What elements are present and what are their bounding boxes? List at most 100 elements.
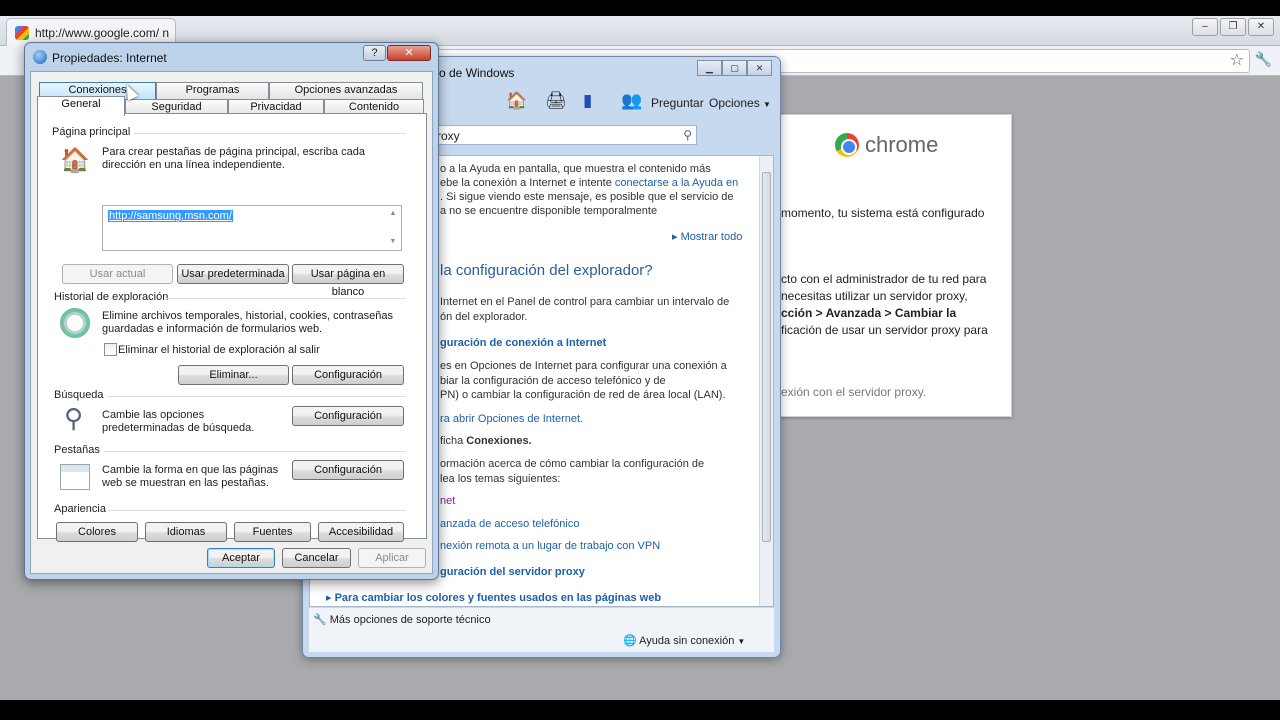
help-text: ón del explorador. — [440, 311, 528, 323]
history-settings-button[interactable]: Configuración — [292, 365, 404, 385]
ask-button[interactable]: Preguntar — [651, 96, 704, 110]
offline-help-label: Ayuda sin conexión — [639, 635, 735, 647]
search-section-title: Búsqueda — [54, 389, 104, 401]
search-settings-button[interactable]: Configuración — [292, 406, 404, 426]
print-icon[interactable]: 🖨 — [545, 91, 567, 111]
tabs-window-icon — [60, 464, 90, 490]
chrome-logo-text: chrome — [865, 131, 939, 157]
help-text: a no se encuentre disponible temporalmen… — [440, 205, 658, 217]
card-line: necesitas utilizar un servidor proxy, — [781, 289, 968, 303]
offline-help-button[interactable]: 🌐 Ayuda sin conexión ▼ — [623, 634, 745, 647]
colors-fonts-section-link[interactable]: ▸ Para cambiar los colores y fuentes usa… — [326, 591, 661, 605]
use-default-button[interactable]: Usar predeterminada — [177, 264, 289, 284]
chevron-down-icon: ▼ — [763, 100, 771, 109]
languages-button[interactable]: Idiomas — [145, 522, 227, 542]
minimize-icon[interactable]: – — [1192, 18, 1218, 36]
help-text: ficha Conexiones. — [440, 434, 532, 448]
section-divider — [104, 451, 406, 452]
use-blank-button[interactable]: Usar página en blanco — [292, 264, 404, 298]
chevron-down-icon: ▼ — [737, 637, 746, 646]
options-label: Opciones — [709, 96, 760, 110]
tabs-settings-button[interactable]: Configuración — [292, 460, 404, 480]
card-line: cción > Avanzada > Cambiar la — [781, 306, 957, 320]
chrome-logo-icon — [835, 133, 859, 157]
chrome-tab-title: http://www.google.com/ n — [35, 25, 170, 40]
options-button[interactable]: Opciones ▼ — [709, 96, 771, 110]
show-all-link[interactable]: ▸ Mostrar todo — [672, 230, 742, 244]
help-text-bold: Conexiones. — [466, 435, 532, 447]
card-line: momento, tu sistema está configurado — [781, 206, 985, 220]
history-clock-icon — [60, 308, 90, 338]
chrome-window-controls: – ❐ ✕ — [1192, 18, 1274, 36]
section-divider — [134, 133, 406, 134]
use-current-button[interactable]: Usar actual — [62, 264, 173, 284]
browse-help-icon[interactable]: ▮ — [583, 91, 592, 111]
delete-history-on-exit-checkbox[interactable] — [104, 343, 117, 356]
dialog-title: Propiedades: Internet — [52, 51, 167, 65]
maximize-icon[interactable]: ▢ — [722, 60, 747, 76]
close-icon[interactable]: ✕ — [1248, 18, 1274, 36]
internet-properties-dialog: Propiedades: Internet ? ✕ Conexiones Pro… — [24, 42, 439, 580]
help-scrollbar[interactable] — [759, 156, 773, 606]
search-description: Cambie las opciones predeterminadas de b… — [102, 409, 255, 434]
home-page-description: Para crear pestañas de página principal,… — [102, 146, 365, 171]
close-button[interactable]: ✕ — [387, 45, 431, 61]
tab-opciones-avanzadas[interactable]: Opciones avanzadas — [269, 82, 423, 99]
ask-people-icon[interactable]: 👥 — [621, 91, 642, 111]
help-heading: la configuración del explorador? — [440, 262, 653, 279]
proxy-section-link[interactable]: guración del servidor proxy — [440, 565, 585, 579]
help-text: ebe la conexión a Internet e intente con… — [440, 176, 738, 190]
open-internet-options-link[interactable]: ra abrir Opciones de Internet. — [440, 412, 583, 426]
internet-link[interactable]: net — [440, 494, 455, 508]
search-icon[interactable]: ⚲ — [683, 128, 692, 142]
wrench-menu-icon[interactable]: 🔧 — [1255, 51, 1272, 68]
home-icon: 🏠 — [60, 147, 90, 174]
colors-fonts-label: Para cambiar los colores y fuentes usado… — [334, 592, 662, 604]
home-page-url-field[interactable]: http://samsung.msn.com/ ▲ ▼ — [102, 205, 402, 251]
tab-programas[interactable]: Programas — [156, 82, 269, 99]
accessibility-button[interactable]: Accesibilidad — [318, 522, 404, 542]
colors-button[interactable]: Colores — [56, 522, 138, 542]
more-support-link[interactable]: 🔧 Más opciones de soporte técnico — [313, 613, 491, 626]
cancel-button[interactable]: Cancelar — [282, 548, 351, 568]
history-description: Elimine archivos temporales, historial, … — [102, 310, 394, 335]
card-line: exión con el servidor proxy. — [781, 385, 927, 399]
ok-button[interactable]: Aceptar — [207, 548, 275, 568]
home-page-section-title: Página principal — [52, 126, 131, 138]
connect-help-link[interactable]: conectarse a la Ayuda en — [615, 177, 738, 189]
help-text: o a la Ayuda en pantalla, que muestra el… — [440, 163, 711, 175]
help-button[interactable]: ? — [363, 45, 386, 61]
apply-button[interactable]: Aplicar — [358, 548, 426, 568]
fonts-button[interactable]: Fuentes — [234, 522, 311, 542]
help-text-part: ficha — [440, 435, 467, 447]
help-status-bar: 🔧 Más opciones de soporte técnico 🌐 Ayud… — [309, 608, 774, 652]
textarea-scrollbar[interactable]: ▲ ▼ — [386, 207, 400, 249]
chrome-error-card: chrome momento, tu sistema está configur… — [760, 114, 1012, 417]
help-text: ormación acerca de cómo cambiar la confi… — [440, 458, 705, 470]
card-line: cto con el administrador de tu red para — [781, 272, 987, 286]
letterbox-bar — [0, 700, 1280, 720]
bookmark-star-icon[interactable]: ☆ — [1230, 50, 1244, 70]
help-text: . Si sigue viendo este mensaje, es posib… — [440, 191, 734, 203]
dialog-body: Conexiones Programas Opciones avanzadas … — [30, 71, 433, 574]
close-icon[interactable]: ✕ — [747, 60, 772, 76]
home-page-url-value: http://samsung.msn.com/ — [108, 210, 233, 222]
vpn-link[interactable]: nexión remota a un lugar de trabajo con … — [440, 539, 660, 553]
home-icon[interactable]: 🏠 — [506, 91, 527, 111]
help-text: PN) o cambiar la configuración de red de… — [440, 389, 726, 401]
tabs-description: Cambie la forma en que las páginas web s… — [102, 464, 279, 489]
delete-history-on-exit-label[interactable]: Eliminar el historial de exploración al … — [118, 344, 320, 356]
minimize-icon[interactable]: ▁ — [697, 60, 722, 76]
help-search-input[interactable]: roxy ⚲ — [423, 125, 697, 145]
internet-options-icon — [33, 50, 47, 64]
maximize-icon[interactable]: ❐ — [1220, 18, 1246, 36]
delete-history-button[interactable]: Eliminar... — [178, 365, 289, 385]
help-text-part: ebe la conexión a Internet e intente — [440, 177, 615, 189]
help-text: Internet en el Panel de control para cam… — [440, 296, 730, 308]
tabs-section-title: Pestañas — [54, 444, 100, 456]
dialup-link[interactable]: anzada de acceso telefónico — [440, 517, 579, 531]
tab-general[interactable]: General — [37, 96, 125, 116]
internet-connection-section-link[interactable]: guración de conexión a Internet — [440, 336, 606, 350]
magnifier-icon: ⚲ — [64, 403, 84, 433]
scrollbar-thumb[interactable] — [762, 172, 771, 542]
